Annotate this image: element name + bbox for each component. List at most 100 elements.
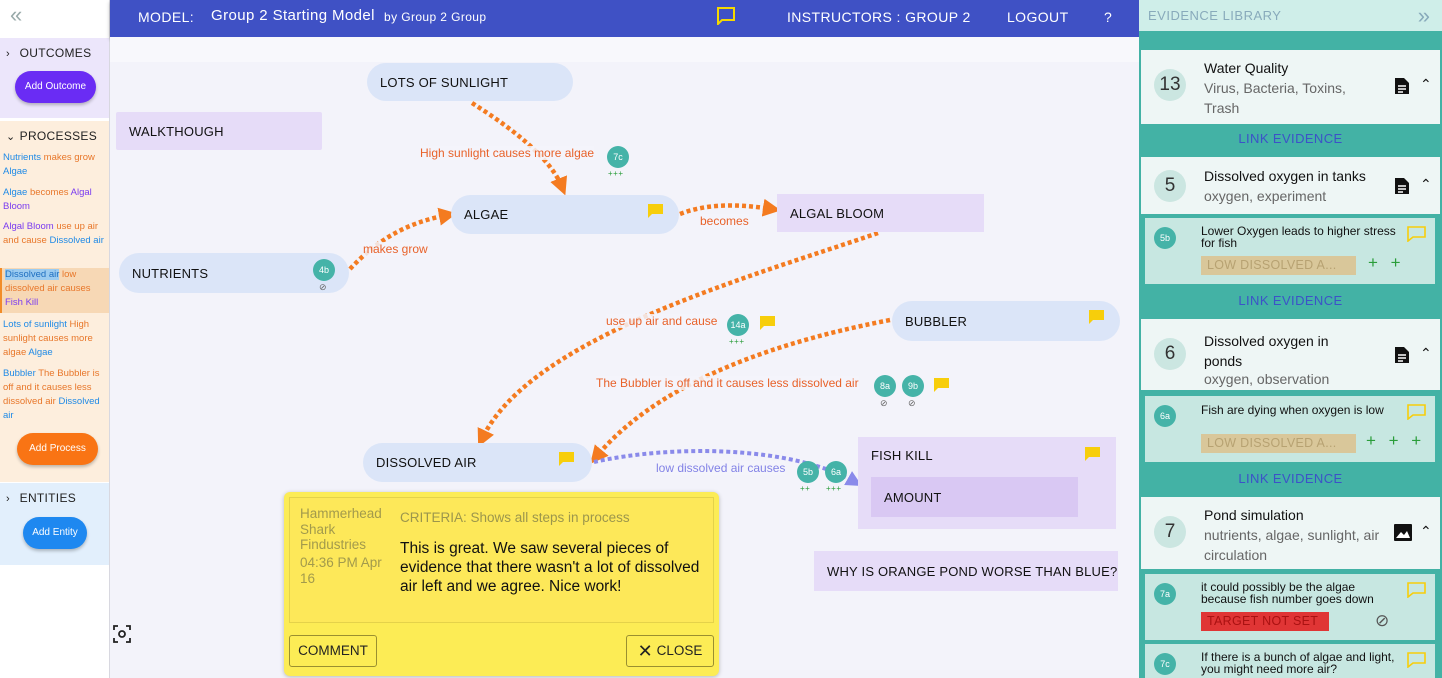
- note-icon[interactable]: [647, 203, 664, 219]
- process-item[interactable]: Algal Bloom use up air and cause Dissolv…: [3, 220, 108, 248]
- entities-label: ENTITIES: [19, 491, 77, 505]
- entities-header[interactable]: › ENTITIES: [6, 491, 76, 505]
- evidence-tags: oxygen, experiment: [1204, 188, 1327, 204]
- evidence-target-tag[interactable]: LOW DISSOLVED A...: [1201, 256, 1356, 275]
- node-walkthrough[interactable]: WALKTHOUGH: [116, 112, 322, 150]
- evidence-title: Dissolved oxygen in ponds: [1204, 333, 1329, 369]
- chat-icon[interactable]: [716, 6, 736, 25]
- node-label: ALGAE: [464, 207, 509, 222]
- rating-null: ⊘: [880, 398, 888, 408]
- evidence-chip[interactable]: 8a: [874, 375, 896, 397]
- rating-plus[interactable]: + +: [1368, 253, 1405, 273]
- chevron-up-icon[interactable]: ⌃: [1420, 523, 1432, 540]
- evidence-title: Dissolved oxygen in tanks: [1204, 168, 1366, 184]
- rating-null[interactable]: ⊘: [1375, 611, 1389, 631]
- top-bar: MODEL: Group 2 Starting Model by Group 2…: [110, 0, 1139, 37]
- node-algae[interactable]: ALGAE: [451, 195, 679, 234]
- processes-header[interactable]: ⌄ PROCESSES: [6, 129, 97, 143]
- collapse-library-icon[interactable]: »: [1418, 3, 1430, 29]
- evidence-card[interactable]: 7 Pond simulation nutrients, algae, sunl…: [1141, 497, 1440, 569]
- evidence-card[interactable]: 6 Dissolved oxygen in ponds oxygen, obse…: [1141, 319, 1440, 390]
- comment-body: Hammerhead Shark Findustries 04:36 PM Ap…: [289, 497, 714, 623]
- evidence-chip: 7c: [1154, 653, 1176, 675]
- evidence-tags: Virus, Bacteria, Toxins, Trash: [1204, 80, 1346, 116]
- note-icon[interactable]: [1407, 582, 1426, 598]
- evidence-chip[interactable]: 7c: [607, 146, 629, 168]
- comment-button[interactable]: COMMENT: [289, 635, 377, 667]
- screenshot-icon[interactable]: [113, 625, 131, 643]
- link-evidence-button[interactable]: LINK EVIDENCE: [1141, 131, 1440, 146]
- edge-algae-bloom[interactable]: [679, 198, 781, 217]
- note-icon[interactable]: [1088, 309, 1105, 325]
- chevron-up-icon[interactable]: ⌃: [1420, 345, 1432, 362]
- node-algal-bloom[interactable]: ALGAL BLOOM: [777, 194, 984, 232]
- evidence-item-text: it could possibly be the algae because f…: [1201, 580, 1374, 606]
- evidence-title: Pond simulation: [1204, 507, 1304, 523]
- evidence-chip[interactable]: 5b: [797, 461, 819, 483]
- add-outcome-button[interactable]: Add Outcome: [15, 71, 96, 103]
- model-name[interactable]: Group 2 Starting Model: [211, 7, 375, 24]
- note-icon[interactable]: [759, 315, 776, 331]
- process-source: Dissolved air: [5, 269, 60, 280]
- evidence-card[interactable]: 13 Water Quality Virus, Bacteria, Toxins…: [1141, 50, 1440, 124]
- evidence-target-tag[interactable]: TARGET NOT SET: [1201, 612, 1329, 631]
- add-process-button[interactable]: Add Process: [17, 433, 98, 465]
- close-label: CLOSE: [656, 643, 703, 658]
- process-item[interactable]: Lots of sunlight High sunlight causes mo…: [3, 318, 108, 360]
- note-icon[interactable]: [1407, 652, 1426, 668]
- process-item[interactable]: Nutrients makes grow Algae: [3, 151, 108, 179]
- edge-label-makes-grow[interactable]: makes grow: [363, 242, 428, 256]
- evidence-chip[interactable]: 9b: [902, 375, 924, 397]
- chevron-up-icon[interactable]: ⌃: [1420, 76, 1432, 93]
- evidence-chip[interactable]: 6a: [825, 461, 847, 483]
- evidence-number: 13: [1154, 69, 1186, 101]
- evidence-chip[interactable]: 4b: [313, 259, 335, 281]
- chevron-up-icon[interactable]: ⌃: [1420, 176, 1432, 193]
- add-entity-button[interactable]: Add Entity: [23, 517, 87, 549]
- node-amount[interactable]: AMOUNT: [871, 477, 1078, 517]
- node-question[interactable]: WHY IS ORANGE POND WORSE THAN BLUE?: [814, 551, 1118, 591]
- note-icon[interactable]: [1084, 446, 1101, 462]
- rating-plus: +++: [608, 169, 624, 178]
- node-label: FISH KILL: [871, 448, 933, 463]
- evidence-chip[interactable]: 14a: [727, 314, 749, 336]
- evidence-item[interactable]: 7a it could possibly be the algae becaus…: [1145, 574, 1435, 640]
- evidence-chip: 6a: [1154, 405, 1176, 427]
- evidence-card[interactable]: 5 Dissolved oxygen in tanks oxygen, expe…: [1141, 157, 1440, 214]
- note-icon[interactable]: [558, 451, 575, 467]
- evidence-target-tag[interactable]: LOW DISSOLVED A...: [1201, 434, 1356, 453]
- edge-label-sunlight[interactable]: High sunlight causes more algae: [420, 146, 595, 160]
- rating-plus: +++: [729, 337, 745, 346]
- evidence-item[interactable]: 5b Lower Oxygen leads to higher stress f…: [1145, 218, 1435, 284]
- note-icon[interactable]: [933, 377, 950, 393]
- node-lots-of-sunlight[interactable]: LOTS OF SUNLIGHT: [367, 63, 573, 101]
- outcomes-header[interactable]: › OUTCOMES: [6, 46, 91, 60]
- close-icon: ✕: [637, 641, 653, 661]
- note-icon[interactable]: [1407, 226, 1426, 242]
- comment-text: This is great. We saw several pieces of …: [400, 540, 700, 595]
- node-bubbler[interactable]: BUBBLER: [892, 301, 1120, 341]
- node-label: LOTS OF SUNLIGHT: [380, 74, 509, 90]
- collapse-sidebar-icon[interactable]: «: [10, 4, 22, 26]
- process-item[interactable]: Bubbler The Bubbler is off and it causes…: [3, 367, 108, 423]
- instructors-link[interactable]: INSTRUCTORS : GROUP 2: [787, 9, 971, 25]
- evidence-item-text: Lower Oxygen leads to higher stress for …: [1201, 224, 1396, 250]
- link-evidence-button[interactable]: LINK EVIDENCE: [1141, 293, 1440, 308]
- help-button[interactable]: ?: [1104, 9, 1112, 25]
- edge-label-bubbler[interactable]: The Bubbler is off and it causes less di…: [596, 376, 859, 390]
- close-button[interactable]: ✕ CLOSE: [626, 635, 714, 667]
- edge-label-use-up-air[interactable]: use up air and cause: [606, 314, 718, 328]
- edge-label-low-air[interactable]: low dissolved air causes: [656, 461, 786, 475]
- rating-plus[interactable]: + + +: [1366, 431, 1425, 451]
- evidence-item[interactable]: 6a Fish are dying when oxygen is low LOW…: [1145, 396, 1435, 462]
- evidence-item[interactable]: 7c If there is a bunch of algae and ligh…: [1145, 644, 1435, 678]
- process-item-selected[interactable]: Dissolved air low dissolved air causes F…: [0, 268, 109, 313]
- comment-timestamp: 04:36 PM Apr 16: [300, 555, 382, 586]
- edge-label-becomes[interactable]: becomes: [700, 214, 749, 228]
- model-canvas[interactable]: LOTS OF SUNLIGHT WALKTHOUGH ALGAE ALGAL …: [110, 37, 1139, 678]
- note-icon[interactable]: [1407, 404, 1426, 420]
- edge-sunlight-algae[interactable]: [470, 101, 568, 196]
- logout-button[interactable]: LOGOUT: [1007, 9, 1069, 25]
- link-evidence-button[interactable]: LINK EVIDENCE: [1141, 471, 1440, 486]
- process-item[interactable]: Algae becomes Algal Bloom: [3, 186, 108, 214]
